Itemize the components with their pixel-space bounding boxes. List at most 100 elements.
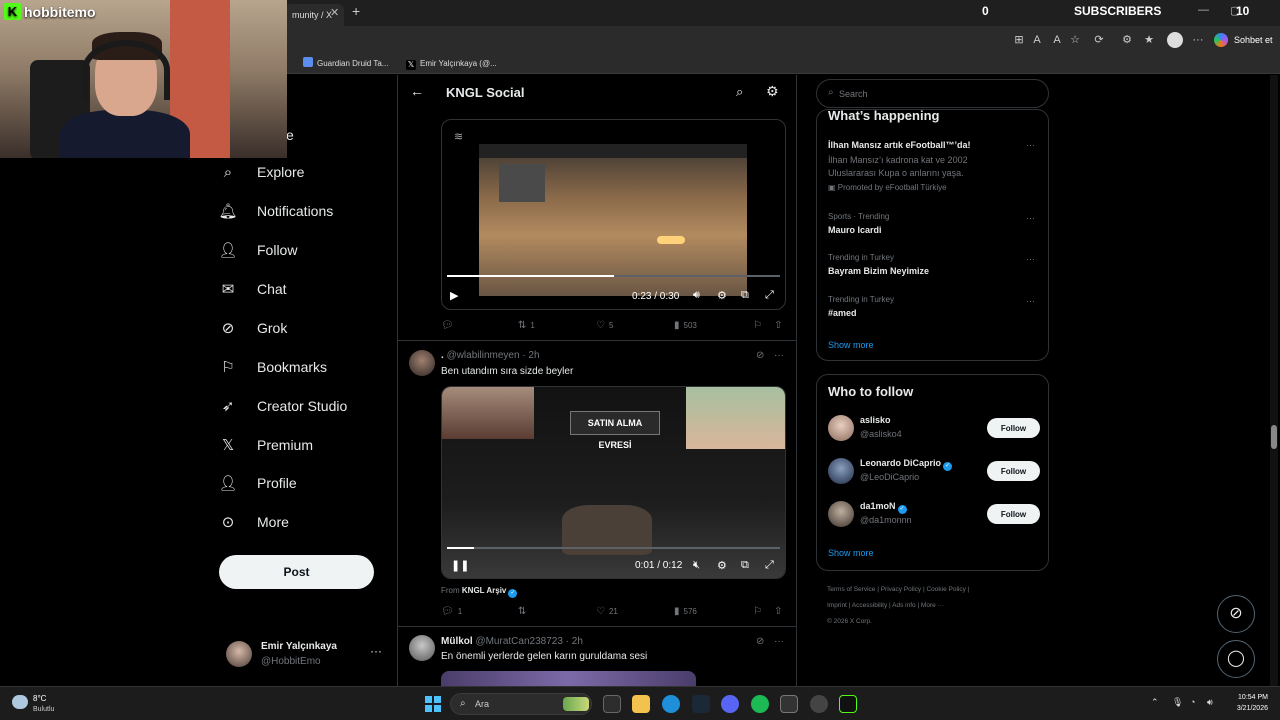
pip-icon[interactable]: ⧉ bbox=[741, 559, 749, 572]
wifi-icon[interactable]: ◔ bbox=[1190, 697, 1195, 707]
mute-icon[interactable]: 🔇︎ bbox=[693, 559, 700, 572]
page-scrollbar[interactable] bbox=[1270, 75, 1278, 686]
spotify-icon[interactable] bbox=[751, 695, 769, 713]
discord-icon[interactable] bbox=[721, 695, 739, 713]
favorite-guardian-druid[interactable]: Guardian Druid Ta... bbox=[303, 57, 388, 71]
search-icon[interactable]: ⌕ bbox=[736, 84, 743, 100]
follow-suggestion[interactable]: da1moN ✓ @da1monnn Follow bbox=[828, 499, 1040, 529]
kick-app-icon[interactable] bbox=[839, 695, 857, 713]
grok-icon[interactable]: ⊘ bbox=[756, 636, 764, 647]
trend-menu-icon[interactable]: ··· bbox=[1026, 140, 1035, 150]
back-arrow-icon[interactable]: ← bbox=[410, 83, 424, 99]
copilot-button[interactable]: Sohbet et bbox=[1214, 31, 1273, 49]
show-more-link[interactable]: Show more bbox=[828, 340, 874, 350]
grok-icon[interactable]: ⊘ bbox=[756, 350, 764, 361]
video-settings-icon[interactable]: ⚙ bbox=[717, 559, 727, 572]
nav-follow[interactable]: 👤︎ Follow bbox=[218, 235, 297, 265]
file-explorer-icon[interactable] bbox=[632, 695, 650, 713]
read-aloud-icon[interactable]: A bbox=[1050, 33, 1064, 47]
extensions-icon[interactable]: ⚙ bbox=[1120, 33, 1134, 47]
bookmark-button[interactable]: ⚐ bbox=[753, 606, 766, 617]
video-player[interactable]: SATIN ALMA EVRESİ ❚❚ 0:01 / 0:12 🔇︎ ⚙ ⧉ … bbox=[441, 386, 786, 579]
play-icon[interactable]: ▶ bbox=[450, 289, 458, 302]
footer-line[interactable]: Terms of Service | Privacy Policy | Cook… bbox=[827, 582, 1047, 598]
follow-suggestion[interactable]: Leonardo DiCaprio ✓ @LeoDiCaprio Follow bbox=[828, 456, 1040, 486]
tray-chevron-icon[interactable]: ⌃ bbox=[1151, 697, 1159, 708]
nav-more[interactable]: ⊙ More bbox=[219, 507, 289, 537]
nav-creator-studio[interactable]: ➶ Creator Studio bbox=[219, 391, 348, 421]
trend-menu-icon[interactable]: ··· bbox=[1026, 296, 1035, 306]
pause-icon[interactable]: ❚❚ bbox=[451, 559, 469, 572]
weather-widget[interactable]: 8°C Bulutlu bbox=[12, 693, 92, 717]
trend-menu-icon[interactable]: ··· bbox=[1026, 254, 1035, 264]
follow-button[interactable]: Follow bbox=[987, 461, 1040, 481]
tweet-author-handle[interactable]: @wlabilinmeyen bbox=[447, 350, 520, 361]
search-field[interactable]: ⌕ bbox=[816, 79, 1049, 108]
footer-line[interactable]: Imprint | Accessibility | Ads info | Mor… bbox=[827, 598, 1047, 614]
start-button[interactable] bbox=[425, 696, 441, 712]
video-progress-bar[interactable] bbox=[447, 275, 780, 277]
tweet-media-preview[interactable] bbox=[441, 671, 696, 686]
trend-name[interactable]: Mauro Icardi bbox=[828, 225, 882, 235]
like-button[interactable]: ♡ 21 bbox=[596, 606, 618, 617]
video-settings-icon[interactable]: ⚙ bbox=[717, 289, 727, 302]
gear-icon[interactable]: ⚙ bbox=[766, 83, 779, 100]
terminal-icon[interactable] bbox=[780, 695, 798, 713]
favorite-star-icon[interactable]: ☆ bbox=[1068, 33, 1082, 47]
share-button[interactable]: ⇧ bbox=[774, 320, 786, 331]
fullscreen-icon[interactable]: ⤢ bbox=[765, 559, 774, 572]
nav-bookmarks[interactable]: ⚐ Bookmarks bbox=[219, 352, 327, 382]
post-button[interactable]: Post bbox=[219, 555, 374, 589]
translate-icon[interactable]: A bbox=[1030, 33, 1044, 47]
nav-notifications[interactable]: 🔔︎ Notifications bbox=[218, 196, 333, 226]
chat-fab[interactable]: ◯ bbox=[1217, 640, 1255, 678]
new-tab-icon[interactable]: + bbox=[352, 3, 360, 19]
edge-icon[interactable] bbox=[662, 695, 680, 713]
trend-name[interactable]: İlhan Mansız artık eFootball™’da! bbox=[828, 140, 971, 150]
apps-icon[interactable]: ⊞ bbox=[1012, 33, 1026, 47]
footer-links[interactable]: Terms of Service | Privacy Policy | Cook… bbox=[827, 582, 1047, 630]
grok-fab[interactable]: ⊘ bbox=[1217, 595, 1255, 633]
task-view-icon[interactable] bbox=[603, 695, 621, 713]
refresh-icon[interactable]: ⟳ bbox=[1092, 33, 1106, 47]
trend-name[interactable]: #amed bbox=[828, 308, 857, 318]
tweet-author-name[interactable]: . bbox=[441, 350, 444, 361]
tab-close-icon[interactable]: ✕ bbox=[330, 6, 339, 19]
profile-avatar-icon[interactable] bbox=[1167, 32, 1183, 48]
follow-button[interactable]: Follow bbox=[987, 504, 1040, 524]
from-source[interactable]: KNGL Arşiv bbox=[462, 586, 506, 595]
tweet-author-name[interactable]: Mülkol bbox=[441, 636, 473, 647]
follow-suggestion[interactable]: aslisko @aslisko4 Follow bbox=[828, 413, 1040, 443]
video-player[interactable]: ≋ ▶ 0:23 / 0:30 🔊︎ ⚙ ⧉ ⤢ bbox=[441, 119, 786, 310]
favorites-icon[interactable]: ★ bbox=[1142, 33, 1156, 47]
share-button[interactable]: ⇧ bbox=[774, 606, 786, 617]
like-button[interactable]: ♡ 5 bbox=[596, 320, 613, 331]
obs-icon[interactable] bbox=[810, 695, 828, 713]
taskbar-search[interactable]: ⌕ Ara bbox=[450, 693, 592, 715]
views-button[interactable]: ▮ 576 bbox=[674, 606, 697, 617]
steam-icon[interactable] bbox=[692, 695, 710, 713]
trend-name[interactable]: Bayram Bizim Neyimize bbox=[828, 266, 929, 276]
tweet-author-handle[interactable]: @MuratCan238723 bbox=[475, 636, 562, 647]
repost-button[interactable]: ⇅ 1 bbox=[518, 320, 535, 331]
trend-menu-icon[interactable]: ··· bbox=[1026, 213, 1035, 223]
favorite-emir-yalcinkaya[interactable]: 𝕏 Emir Yalçınkaya (@... bbox=[406, 57, 497, 71]
nav-premium[interactable]: 𝕏 Premium bbox=[219, 430, 313, 460]
video-progress-bar[interactable] bbox=[447, 547, 780, 549]
fullscreen-icon[interactable]: ⤢ bbox=[765, 289, 774, 302]
views-button[interactable]: ▮ 503 bbox=[674, 320, 697, 331]
repost-button[interactable]: ⇅ bbox=[518, 606, 530, 617]
settings-more-icon[interactable]: ··· bbox=[1191, 33, 1205, 47]
avatar[interactable] bbox=[409, 350, 435, 376]
scrollbar-thumb[interactable] bbox=[1271, 425, 1277, 449]
nav-explore[interactable]: ⌕ Explore bbox=[219, 157, 305, 187]
tweet-menu-icon[interactable]: ··· bbox=[774, 350, 784, 361]
nav-profile[interactable]: 👤︎ Profile bbox=[218, 468, 296, 498]
nav-chat[interactable]: ✉ Chat bbox=[219, 274, 287, 304]
reply-button[interactable]: 💬︎ bbox=[441, 320, 458, 331]
nav-grok[interactable]: ⊘ Grok bbox=[219, 313, 288, 343]
avatar[interactable] bbox=[409, 635, 435, 661]
search-input[interactable] bbox=[839, 86, 1039, 102]
minimize-icon[interactable]: — bbox=[1198, 4, 1209, 16]
bookmark-button[interactable]: ⚐ bbox=[753, 320, 766, 331]
